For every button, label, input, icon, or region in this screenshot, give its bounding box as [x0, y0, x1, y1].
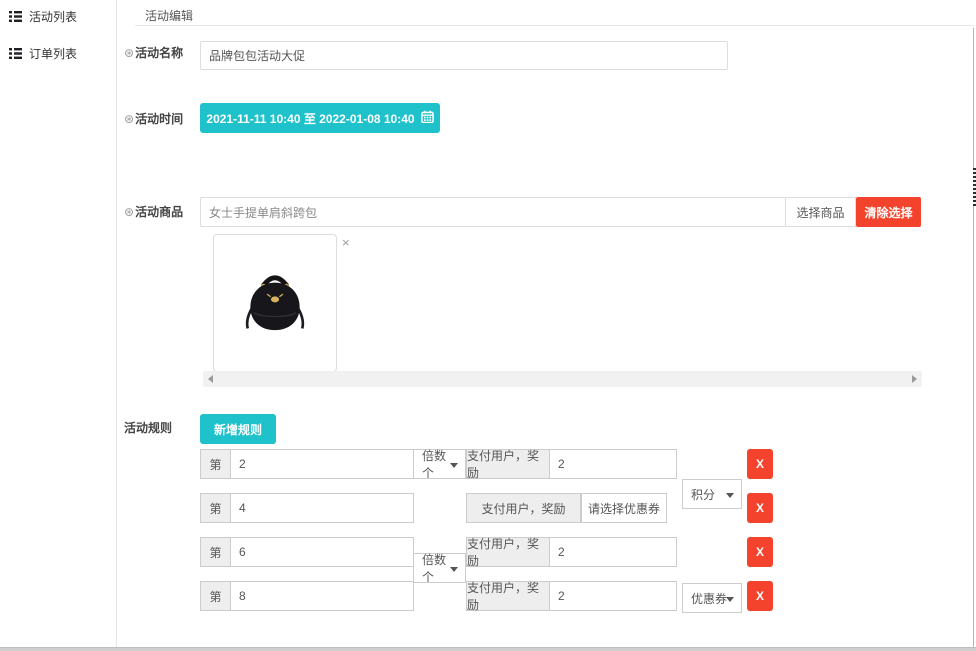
rule-prefix: 第: [200, 493, 231, 523]
list-icon: [9, 48, 22, 59]
rule-unit-select[interactable]: 倍数个: [413, 449, 466, 479]
tab-activity-edit[interactable]: 活动编辑: [145, 7, 193, 24]
product-card: [213, 234, 337, 372]
rule-prefix: 第: [200, 537, 231, 567]
remove-product-icon[interactable]: ×: [342, 236, 350, 249]
horizontal-scrollbar[interactable]: [203, 371, 922, 387]
rule-reward-label: 支付用户，奖励: [466, 449, 550, 479]
rule-reward-label: 支付用户，奖励: [466, 581, 550, 611]
activity-name-label: ⊛活动名称: [124, 44, 183, 61]
required-marker: ⊛: [124, 205, 134, 219]
scroll-left-icon[interactable]: [208, 375, 213, 383]
rule-multiple-input[interactable]: [230, 449, 414, 479]
rule-type-select[interactable]: 积分: [682, 479, 742, 509]
rule-reward-label: 支付用户，奖励: [466, 493, 581, 523]
delete-rule-button[interactable]: X: [747, 449, 773, 479]
delete-rule-button[interactable]: X: [747, 537, 773, 567]
sidebar: 活动列表 订单列表: [0, 0, 117, 647]
admin-page: 活动列表 订单列表 活动编辑 ⊛活动名称 ⊛活动时间 2021-11-1: [0, 0, 976, 651]
required-marker: ⊛: [124, 46, 134, 60]
rule-unit-select[interactable]: 倍数个: [413, 553, 466, 583]
select-goods-button[interactable]: 选择商品: [785, 197, 856, 227]
add-rule-button[interactable]: 新增规则: [200, 414, 276, 444]
rule-reward-input[interactable]: [549, 537, 677, 567]
activity-name-input[interactable]: [200, 41, 728, 70]
sidebar-item-activity-list[interactable]: 活动列表: [9, 8, 77, 25]
activity-goods-input[interactable]: [200, 197, 786, 227]
sidebar-item-order-list[interactable]: 订单列表: [9, 45, 77, 62]
activity-time-value: 2021-11-11 10:40 至 2022-01-08 10:40: [206, 110, 414, 127]
rule-reward-input[interactable]: [549, 581, 677, 611]
caret-down-icon: [450, 463, 458, 468]
rule-reward-input[interactable]: [549, 449, 677, 479]
rule-multiple-input[interactable]: [230, 493, 414, 523]
rule-multiple-input[interactable]: [230, 581, 414, 611]
content-right-border: [973, 28, 974, 647]
sidebar-item-label: 活动列表: [29, 8, 77, 25]
activity-rules-label: 活动规则: [124, 419, 172, 436]
product-image: [231, 258, 319, 349]
activity-time-button[interactable]: 2021-11-11 10:40 至 2022-01-08 10:40: [200, 103, 440, 133]
tab-divider: [135, 25, 974, 26]
required-marker: ⊛: [124, 112, 134, 126]
rule-reward-label: 支付用户，奖励: [466, 537, 550, 567]
rule-prefix: 第: [200, 581, 231, 611]
bottom-scrollbar[interactable]: [0, 647, 976, 651]
caret-down-icon: [726, 493, 734, 498]
clear-selection-button[interactable]: 清除选择: [856, 197, 921, 227]
scroll-right-icon[interactable]: [912, 375, 917, 383]
rule-type-select[interactable]: 优惠券: [682, 583, 742, 613]
sidebar-item-label: 订单列表: [29, 45, 77, 62]
delete-rule-button[interactable]: X: [747, 493, 773, 523]
activity-time-label: ⊛活动时间: [124, 110, 183, 127]
list-icon: [9, 11, 22, 22]
caret-down-icon: [450, 567, 458, 572]
select-coupon-button[interactable]: 请选择优惠券: [581, 493, 667, 523]
caret-down-icon: [726, 597, 734, 602]
rule-prefix: 第: [200, 449, 231, 479]
delete-rule-button[interactable]: X: [747, 581, 773, 611]
calendar-icon: [421, 110, 434, 126]
rule-row: 第 倍数个 支付用户，奖励 余额 X: [0, 120, 976, 180]
rule-multiple-input[interactable]: [230, 537, 414, 567]
activity-goods-label: ⊛活动商品: [124, 203, 183, 220]
